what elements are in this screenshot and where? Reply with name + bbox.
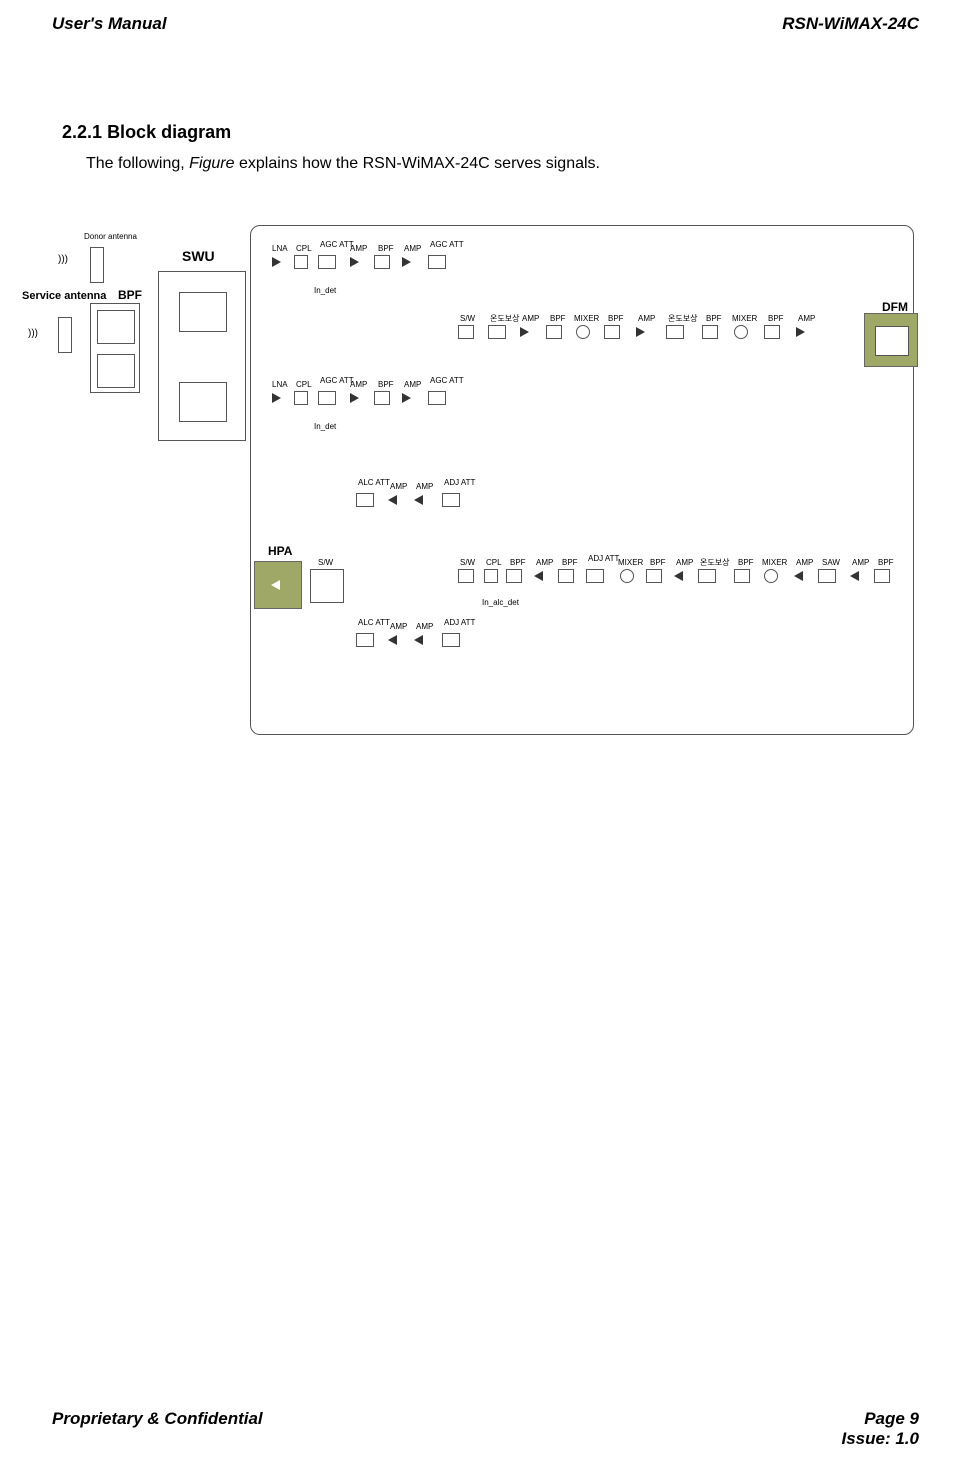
amp-icon: [796, 327, 805, 337]
hpa-label: HPA: [268, 545, 292, 557]
tx-sw-label: S/W: [318, 559, 333, 567]
udc-block: [250, 225, 914, 735]
amp-icon: [534, 571, 543, 581]
footer-left: Proprietary & Confidential: [52, 1409, 263, 1449]
swu-label: SWU: [182, 249, 215, 263]
amp-icon: [674, 571, 683, 581]
mixer-icon: [620, 569, 634, 583]
donor-antenna-label: Donor antenna: [84, 233, 124, 241]
amp-icon: [402, 257, 411, 267]
amp-icon: [414, 635, 423, 645]
service-antenna-icon: [58, 317, 72, 353]
mixer-icon: [576, 325, 590, 339]
swu-block: [158, 271, 246, 441]
amp-icon: [636, 327, 645, 337]
rf-waves-icon: ))): [58, 255, 68, 265]
amp-icon: [850, 571, 859, 581]
amp-icon: [402, 393, 411, 403]
mixer-icon: [764, 569, 778, 583]
amp-icon: [794, 571, 803, 581]
bpf-block: [90, 303, 140, 393]
amp-icon: [272, 257, 281, 267]
amp-icon: [388, 635, 397, 645]
block-diagram: Donor antenna ))) Service antenna ))) BP…: [52, 215, 922, 735]
amp-icon: [272, 393, 281, 403]
amp-icon: [388, 495, 397, 505]
figure-ref: Figure: [189, 155, 234, 172]
header-left: User's Manual: [52, 14, 167, 34]
section-number: 2.2.1: [62, 122, 102, 142]
tx-switch: [310, 569, 344, 603]
rf-waves-icon: ))): [28, 329, 38, 339]
donor-antenna-icon: [90, 247, 104, 283]
amp-icon: [520, 327, 529, 337]
amp-icon: [414, 495, 423, 505]
dfm-label: DFM: [882, 301, 908, 313]
hpa-block: [254, 561, 302, 609]
service-antenna-label: Service antenna: [22, 291, 72, 302]
section-heading: Block diagram: [107, 122, 231, 142]
footer-issue: Issue: 1.0: [842, 1429, 920, 1448]
page-header: User's Manual RSN-WiMAX-24C: [0, 0, 971, 36]
body-text: The following, Figure explains how the R…: [86, 155, 919, 173]
amp-icon: [350, 393, 359, 403]
header-right: RSN-WiMAX-24C: [782, 14, 919, 34]
footer-page: Page 9: [864, 1409, 919, 1428]
mixer-icon: [734, 325, 748, 339]
section-title: 2.2.1 Block diagram: [62, 122, 919, 143]
amp-icon: [350, 257, 359, 267]
page-footer: Proprietary & Confidential Page 9 Issue:…: [0, 1409, 971, 1449]
amp-icon: [271, 580, 280, 590]
dfm-block: [864, 313, 918, 367]
bpf-block-label: BPF: [118, 289, 142, 301]
